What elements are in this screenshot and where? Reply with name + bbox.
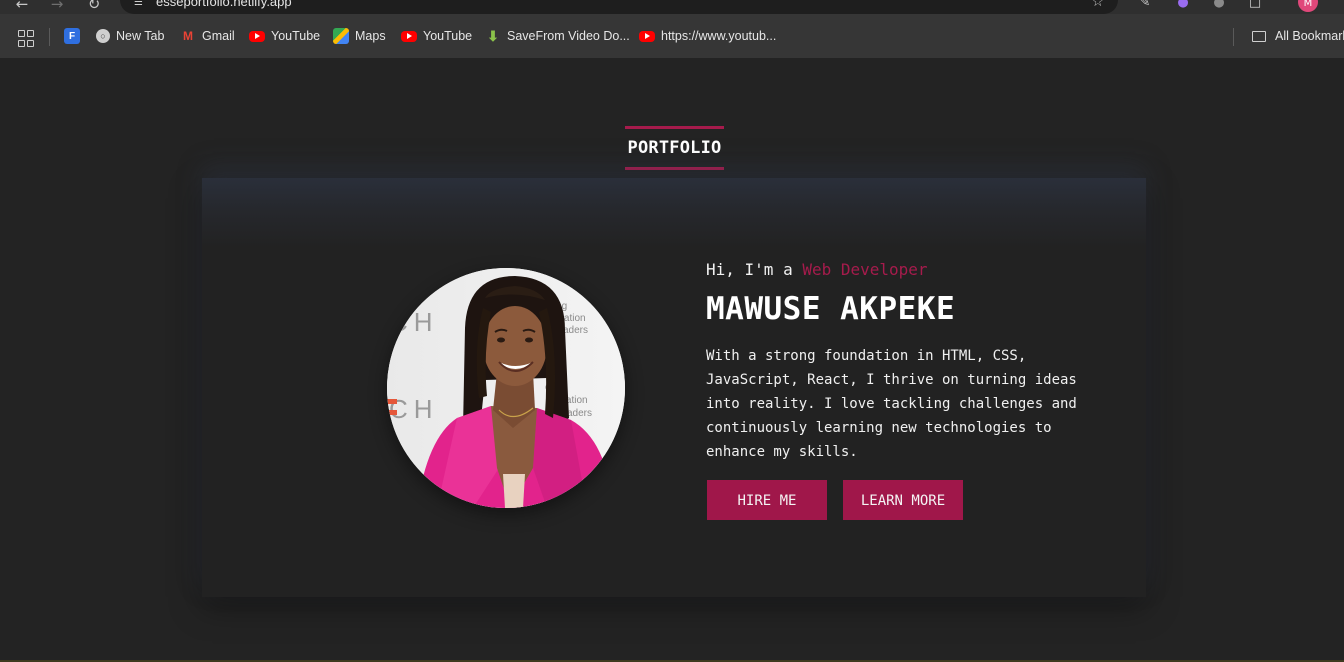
- bookmark-new-tab[interactable]: ○ New Tab: [96, 26, 164, 46]
- youtube-icon: [401, 28, 417, 44]
- youtube-icon: [639, 28, 655, 44]
- url-text[interactable]: esseportfolio.netlify.app: [156, 0, 292, 9]
- back-arrow-icon[interactable]: ←: [12, 0, 32, 14]
- maps-icon: [333, 28, 349, 44]
- mic-extension-icon[interactable]: ●: [1210, 0, 1228, 12]
- all-bookmarks-label: All Bookmark: [1275, 29, 1344, 43]
- hero-greeting: Hi, I'm a Web Developer: [706, 260, 928, 280]
- browser-toolbar: ← → ↻ ☰ esseportfolio.netlify.app ☆ ✎ ● …: [0, 0, 1344, 14]
- profile-photo: CH CH ering eration aders ering eration …: [387, 268, 625, 508]
- bookmarks-divider: [49, 28, 50, 46]
- bookmark-label: Maps: [355, 29, 386, 43]
- bookmark-star-icon[interactable]: ☆: [1091, 0, 1104, 9]
- portfolio-page: PORTFOLIO CH CH ering eration aders erin…: [0, 58, 1344, 662]
- profile-avatar[interactable]: M: [1298, 0, 1318, 12]
- bookmark-label: https://www.youtub...: [661, 29, 777, 43]
- greeting-prefix: Hi, I'm a: [706, 260, 803, 279]
- hero-name: MAWUSE AKPEKE: [706, 291, 956, 327]
- hero-bio: With a strong foundation in HTML, CSS, J…: [706, 348, 1077, 460]
- bookmark-label: Gmail: [202, 29, 235, 43]
- youtube-icon: [249, 28, 265, 44]
- gmail-icon: M: [183, 29, 193, 43]
- profile-photo-illustration: CH CH ering eration aders ering eration …: [387, 268, 625, 508]
- puzzle-extension-icon[interactable]: □: [1246, 0, 1264, 12]
- section-title: PORTFOLIO: [625, 126, 724, 170]
- greeting-role: Web Developer: [802, 260, 928, 279]
- photo-banner-text: aders: [563, 325, 588, 336]
- bookmarks-bar: F ○ New Tab M Gmail YouTube Maps YouTube…: [0, 14, 1344, 58]
- apps-grid-icon[interactable]: [18, 30, 34, 47]
- download-icon: ⬇: [487, 27, 499, 44]
- bookmark-label: New Tab: [116, 29, 165, 43]
- forward-arrow-icon[interactable]: →: [47, 0, 67, 14]
- purple-extension-icon[interactable]: ●: [1174, 0, 1192, 12]
- hero-card-glow: [202, 178, 1146, 248]
- all-bookmarks-folder[interactable]: All Bookmark: [1252, 26, 1344, 46]
- bookmark-forms-app[interactable]: F: [64, 26, 86, 46]
- bookmark-label: YouTube: [423, 29, 473, 43]
- bookmark-label: SaveFrom Video Do...: [507, 29, 630, 43]
- pen-extension-icon[interactable]: ✎: [1136, 0, 1154, 12]
- folder-icon: [1252, 30, 1266, 42]
- bookmark-youtube-1[interactable]: YouTube: [249, 26, 320, 46]
- photo-banner-text: aders: [567, 408, 592, 419]
- photo-banner-logo: CH: [389, 394, 439, 424]
- forms-app-icon: F: [64, 28, 80, 44]
- bookmark-maps[interactable]: Maps: [333, 26, 386, 46]
- reload-icon[interactable]: ↻: [84, 0, 104, 14]
- globe-icon: ○: [96, 29, 110, 43]
- address-bar[interactable]: ☰ esseportfolio.netlify.app ☆: [120, 0, 1118, 14]
- bookmark-label: YouTube: [271, 29, 321, 43]
- bookmark-savefrom[interactable]: ⬇ SaveFrom Video Do...: [485, 26, 630, 46]
- bookmarks-divider: [1233, 28, 1234, 46]
- bookmark-gmail[interactable]: M Gmail: [180, 26, 235, 46]
- site-settings-icon[interactable]: ☰: [134, 0, 148, 8]
- learn-more-button[interactable]: LEARN MORE: [843, 480, 963, 520]
- bookmark-youtube-2[interactable]: YouTube: [401, 26, 472, 46]
- bookmark-youtube-url[interactable]: https://www.youtub...: [639, 26, 776, 46]
- hire-me-button[interactable]: HIRE ME: [707, 480, 827, 520]
